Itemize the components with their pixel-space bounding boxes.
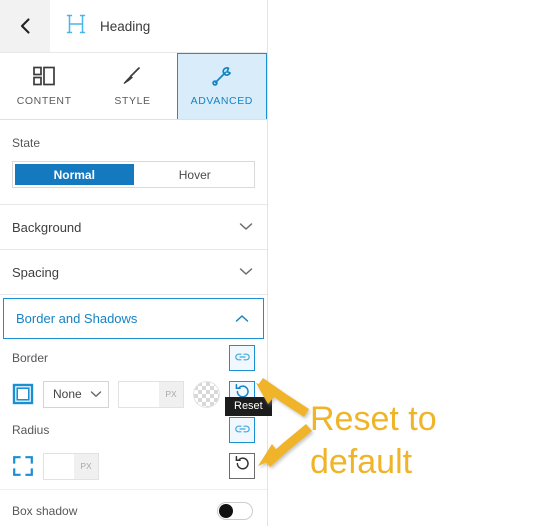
border-width-input[interactable]: PX bbox=[118, 380, 184, 408]
radius-inputs-row: PX bbox=[12, 449, 255, 483]
border-inputs-row: None PX bbox=[12, 377, 255, 411]
settings-tabs: CONTENT STYLE ADVANCED bbox=[0, 53, 267, 120]
box-shadow-label: Box shadow bbox=[12, 504, 78, 518]
tab-content[interactable]: CONTENT bbox=[0, 53, 89, 119]
border-style-select[interactable]: None bbox=[43, 380, 110, 408]
radius-label-row: Radius bbox=[12, 411, 255, 449]
border-label-row: Border bbox=[12, 339, 255, 377]
paintbrush-icon bbox=[121, 66, 143, 88]
section-border-and-shadows-label: Border and Shadows bbox=[16, 311, 138, 326]
tab-advanced[interactable]: ADVANCED bbox=[176, 53, 267, 119]
heading-h-icon bbox=[66, 13, 86, 40]
radius-control-group: Radius PX bbox=[0, 411, 267, 483]
border-color-swatch[interactable] bbox=[193, 380, 220, 408]
border-style-value: None bbox=[53, 387, 82, 401]
state-block: State Normal Hover bbox=[0, 120, 267, 205]
radius-unit: PX bbox=[74, 453, 98, 479]
state-option-hover[interactable]: Hover bbox=[136, 162, 255, 187]
tab-content-label: CONTENT bbox=[16, 94, 72, 107]
back-button[interactable] bbox=[0, 0, 50, 52]
tab-style[interactable]: STYLE bbox=[88, 53, 177, 119]
chevron-down-icon bbox=[90, 387, 102, 401]
chevron-left-icon bbox=[19, 17, 32, 35]
border-responsive-button[interactable] bbox=[229, 345, 255, 371]
state-switch: Normal Hover bbox=[12, 161, 255, 188]
widget-settings-panel: Heading CONTENT STYLE ADVANCED State Nor… bbox=[0, 0, 268, 532]
header-title-area: Heading bbox=[50, 0, 267, 52]
radius-reset-button[interactable] bbox=[229, 453, 255, 479]
annotation-line-2: default bbox=[310, 442, 413, 481]
radius-responsive-button[interactable] bbox=[229, 417, 255, 443]
layout-blocks-icon bbox=[33, 66, 56, 88]
panel-header: Heading bbox=[0, 0, 267, 53]
section-spacing-label: Spacing bbox=[12, 264, 59, 280]
chevron-up-icon bbox=[235, 310, 249, 328]
border-width-unit: PX bbox=[159, 381, 183, 407]
section-background[interactable]: Background bbox=[0, 205, 267, 250]
page-title: Heading bbox=[100, 18, 151, 34]
chevron-down-icon bbox=[239, 218, 253, 236]
section-background-label: Background bbox=[12, 219, 82, 235]
link-responsive-icon bbox=[234, 349, 250, 367]
border-label: Border bbox=[12, 351, 49, 365]
corners-outline-icon[interactable] bbox=[12, 455, 34, 477]
box-shadow-toggle[interactable] bbox=[217, 502, 253, 520]
link-responsive-icon bbox=[234, 421, 250, 439]
radius-label: Radius bbox=[12, 423, 50, 437]
annotation-text: Reset to default bbox=[310, 398, 530, 484]
toggle-knob bbox=[219, 504, 233, 518]
reset-undo-icon bbox=[234, 455, 251, 477]
panel-body: State Normal Hover Background Spacing Bo… bbox=[0, 120, 267, 532]
section-spacing[interactable]: Spacing bbox=[0, 250, 267, 295]
reset-tooltip: Reset bbox=[225, 397, 272, 416]
tab-style-label: STYLE bbox=[114, 94, 151, 107]
tab-advanced-label: ADVANCED bbox=[190, 95, 253, 107]
annotation-line-1: Reset to bbox=[310, 400, 437, 438]
radius-value-input[interactable]: PX bbox=[43, 452, 99, 480]
square-outline-icon[interactable] bbox=[12, 383, 34, 405]
state-label: State bbox=[12, 136, 41, 150]
state-option-normal[interactable]: Normal bbox=[15, 164, 134, 185]
chevron-down-icon bbox=[239, 263, 253, 281]
section-border-and-shadows[interactable]: Border and Shadows bbox=[3, 298, 264, 339]
wrench-icon bbox=[211, 66, 233, 88]
